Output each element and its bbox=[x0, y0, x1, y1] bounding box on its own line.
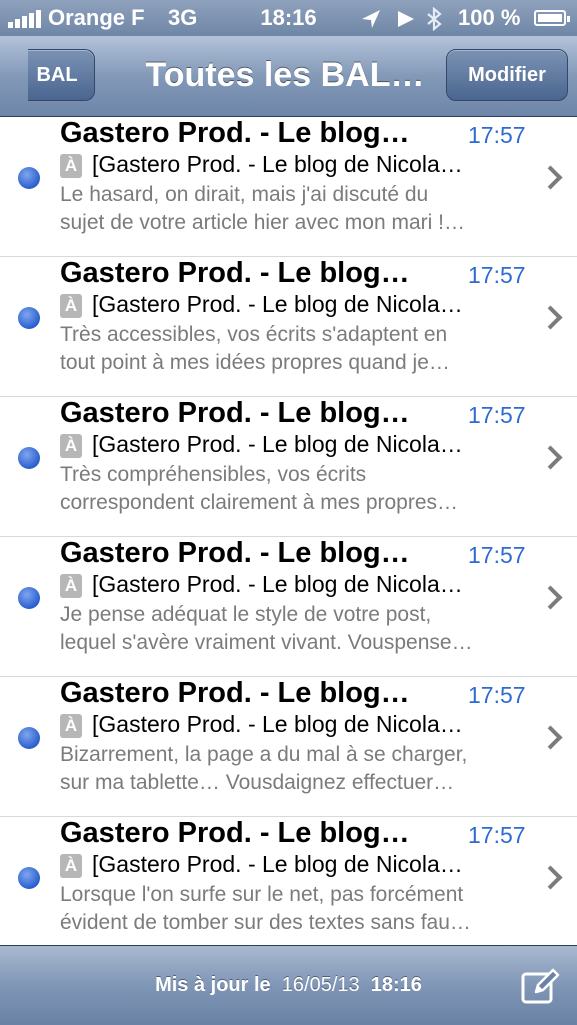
mail-preview-line: sujet de votre article hier avec mon mar… bbox=[60, 211, 465, 234]
unread-dot-icon bbox=[18, 587, 40, 609]
mail-preview: Très accessibles, vos écrits s'adaptent … bbox=[60, 321, 530, 377]
page-title: Toutes les BAL… bbox=[145, 56, 425, 94]
mail-time: 17:57 bbox=[468, 682, 526, 708]
mail-subject: [Gastero Prod. - Le blog de Nicola… bbox=[92, 291, 463, 317]
chevron-right-icon bbox=[538, 305, 563, 330]
mail-row[interactable]: Gastero Prod. - Le blog… 17:57 À [Gaster… bbox=[0, 677, 577, 817]
mail-list: Gastero Prod. - Le blog… 17:57 À [Gaster… bbox=[0, 117, 577, 957]
mail-row[interactable]: Gastero Prod. - Le blog… 17:57 À [Gaster… bbox=[0, 117, 577, 257]
mail-preview: Très compréhensibles, vos écrits corresp… bbox=[60, 461, 530, 517]
compose-icon[interactable] bbox=[520, 966, 560, 1006]
edit-button[interactable]: Modifier bbox=[446, 49, 568, 101]
status-icons bbox=[362, 7, 442, 31]
mail-preview-line: tout point à mes idées propres quand je… bbox=[60, 351, 450, 374]
chevron-right-icon bbox=[538, 165, 563, 190]
status-bar: Orange F 3G 18:16 100 % bbox=[0, 0, 577, 36]
chevron-right-icon bbox=[538, 865, 563, 890]
mail-preview-line: Le hasard, on dirait, mais j'ai discuté … bbox=[60, 183, 429, 206]
unread-dot-icon bbox=[18, 167, 40, 189]
bottom-toolbar: Mis à jour le 16/05/13 18:16 bbox=[0, 945, 577, 1025]
cc-icon: À bbox=[60, 154, 82, 178]
cc-icon: À bbox=[60, 574, 82, 598]
mail-time: 17:57 bbox=[468, 402, 526, 428]
back-button-label: BAL bbox=[36, 64, 78, 86]
mail-subject: [Gastero Prod. - Le blog de Nicola… bbox=[92, 571, 463, 597]
unread-dot-icon bbox=[18, 447, 40, 469]
location-arrow-icon bbox=[362, 10, 380, 28]
cc-icon: À bbox=[60, 854, 82, 878]
mail-subject: [Gastero Prod. - Le blog de Nicola… bbox=[92, 851, 463, 877]
mail-preview-line: sur ma tablette… Vousdaignez effectuer… bbox=[60, 771, 455, 794]
mail-preview-line: Très compréhensibles, vos écrits bbox=[60, 463, 367, 486]
mail-subject: [Gastero Prod. - Le blog de Nicola… bbox=[92, 431, 463, 457]
battery-icon bbox=[534, 10, 570, 26]
unread-dot-icon bbox=[18, 867, 40, 889]
mail-preview-line: Bizarrement, la page a du mal à se charg… bbox=[60, 743, 468, 766]
cc-icon: À bbox=[60, 294, 82, 318]
update-label: Mis à jour le bbox=[155, 974, 271, 996]
mail-preview-line: Lorsque l'on surfe sur le net, pas forcé… bbox=[60, 883, 464, 906]
mail-sender: Gastero Prod. - Le blog… bbox=[60, 257, 410, 289]
mail-preview: Je pense adéquat le style de votre post,… bbox=[60, 601, 530, 657]
chevron-right-icon bbox=[538, 725, 563, 750]
bluetooth-icon bbox=[427, 7, 442, 31]
cc-icon: À bbox=[60, 434, 82, 458]
mail-time: 17:57 bbox=[468, 542, 526, 568]
mail-preview-line: correspondent clairement à mes propres… bbox=[60, 491, 459, 514]
navigation-bar: BAL Toutes les BAL… Modifier bbox=[0, 36, 577, 117]
update-time: 18:16 bbox=[370, 974, 422, 996]
mail-preview-line: Très accessibles, vos écrits s'adaptent … bbox=[60, 323, 448, 346]
mail-time: 17:57 bbox=[468, 262, 526, 288]
chevron-right-icon bbox=[538, 445, 563, 470]
mail-sender: Gastero Prod. - Le blog… bbox=[60, 817, 410, 849]
mail-sender: Gastero Prod. - Le blog… bbox=[60, 397, 410, 429]
play-icon bbox=[398, 11, 414, 27]
mail-preview: Bizarrement, la page a du mal à se charg… bbox=[60, 741, 530, 797]
mail-preview: Le hasard, on dirait, mais j'ai discuté … bbox=[60, 181, 530, 237]
chevron-right-icon bbox=[538, 585, 563, 610]
mail-row[interactable]: Gastero Prod. - Le blog… 17:57 À [Gaster… bbox=[0, 397, 577, 537]
battery-percentage: 100 % bbox=[458, 5, 521, 30]
mail-row[interactable]: Gastero Prod. - Le blog… 17:57 À [Gaster… bbox=[0, 817, 577, 957]
mail-subject: [Gastero Prod. - Le blog de Nicola… bbox=[92, 151, 463, 177]
update-date: 16/05/13 bbox=[281, 974, 360, 996]
mail-time: 17:57 bbox=[468, 822, 526, 848]
mail-preview-line: lequel s'avère vraiment vivant. Vouspens… bbox=[60, 631, 473, 654]
mail-preview-line: évident de tomber sur des textes sans fa… bbox=[60, 911, 471, 934]
mail-row[interactable]: Gastero Prod. - Le blog… 17:57 À [Gaster… bbox=[0, 537, 577, 677]
mail-sender: Gastero Prod. - Le blog… bbox=[60, 677, 410, 709]
mail-preview: Lorsque l'on surfe sur le net, pas forcé… bbox=[60, 881, 530, 937]
mail-preview-line: Je pense adéquat le style de votre post, bbox=[60, 603, 432, 626]
mail-sender: Gastero Prod. - Le blog… bbox=[60, 537, 410, 569]
mail-row[interactable]: Gastero Prod. - Le blog… 17:57 À [Gaster… bbox=[0, 257, 577, 397]
unread-dot-icon bbox=[18, 307, 40, 329]
unread-dot-icon bbox=[18, 727, 40, 749]
mail-subject: [Gastero Prod. - Le blog de Nicola… bbox=[92, 711, 463, 737]
mail-sender: Gastero Prod. - Le blog… bbox=[60, 117, 410, 149]
mail-time: 17:57 bbox=[468, 122, 526, 148]
back-button[interactable]: BAL bbox=[28, 49, 95, 101]
update-status: Mis à jour le 16/05/13 18:16 bbox=[0, 946, 577, 1025]
cc-icon: À bbox=[60, 714, 82, 738]
